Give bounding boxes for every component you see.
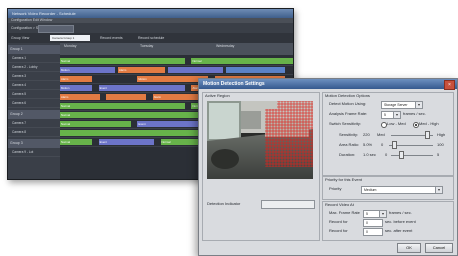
filter-label: Group View — [11, 36, 30, 40]
record-before-label: Record for — [329, 219, 348, 224]
frame-rate-select[interactable]: 5 ▾ — [381, 111, 401, 119]
duration-thumb[interactable] — [399, 151, 404, 159]
duration-max: 5 — [437, 152, 440, 157]
day-header: Monday Tuesday Wednesday — [60, 43, 293, 55]
record-after-unit: sec. after event — [385, 228, 413, 233]
frame-rate-label: Analysis Frame Rate: — [329, 111, 368, 116]
max-frame-rate-select[interactable]: 5 ▾ — [363, 210, 387, 218]
day-header-label: Tuesday — [140, 44, 154, 48]
close-button[interactable]: × — [444, 80, 455, 90]
schedule-block[interactable]: Normal — [60, 121, 131, 127]
schedule-block[interactable]: Alarm — [118, 67, 166, 73]
detect-using-value: Storage Server — [384, 103, 408, 107]
schedule-block[interactable]: Motion — [60, 85, 92, 91]
camera-list-item[interactable]: Camera 5 — [8, 90, 60, 99]
dialog-title: Motion Detection Settings — [199, 79, 457, 89]
sensitivity-label: Sensitivity: — [339, 132, 359, 137]
sensitivity-min: Med — [377, 132, 385, 137]
priority-value: Medium — [364, 188, 377, 192]
schedule-row: Normal Normal — [60, 57, 293, 66]
camera-group-header[interactable]: Group 3 — [8, 139, 60, 148]
schedule-block[interactable]: Alarm — [60, 76, 92, 82]
switch-sensitivity-label: Switch Sensitivity: — [329, 121, 362, 126]
motion-detection-dialog: Motion Detection Settings × Active Regio… — [198, 78, 458, 256]
camera-list-item[interactable]: Camera 4 — [8, 81, 60, 90]
camera-list-item[interactable]: Camera 9 - Lot — [8, 148, 60, 157]
max-frame-rate-value: 5 — [366, 212, 368, 216]
record-after-label: Record for — [329, 228, 348, 233]
camera-group-header[interactable]: Group 2 — [8, 110, 60, 119]
sensitivity-value: 220 — [363, 132, 370, 137]
camera-preview[interactable] — [207, 101, 313, 179]
radio-record-schedule[interactable]: Record schedule — [138, 33, 164, 43]
max-frame-rate-unit: frames / sec. — [389, 210, 412, 215]
schedule-block[interactable]: Normal — [191, 58, 293, 64]
area-ratio-thumb[interactable] — [392, 141, 397, 149]
duration-value: 1.0 sec — [363, 152, 376, 157]
scheduler-breadcrumb: Configuration > Schedule — [8, 23, 293, 33]
camera-group-header[interactable]: Group 1 — [8, 45, 60, 54]
area-ratio-label: Area Ratio: — [339, 142, 360, 147]
active-region-label: Active Region — [205, 93, 230, 98]
priority-select[interactable]: Medium ▾ — [361, 186, 443, 194]
priority-title: Priority for this Event — [325, 177, 362, 182]
schedule-block[interactable]: Normal — [60, 58, 185, 64]
radio-record-events[interactable]: Record events — [100, 33, 123, 43]
duration-label: Duration: — [339, 152, 356, 157]
schedule-block[interactable] — [168, 67, 224, 73]
ok-button[interactable]: OK — [397, 243, 421, 253]
radio-med-high-label: Med - High — [419, 121, 439, 126]
area-ratio-min: 0 — [381, 142, 384, 147]
record-before-input[interactable]: 0 — [363, 219, 383, 227]
chevron-down-icon: ▾ — [379, 211, 386, 217]
tab-recording-schedule[interactable] — [38, 25, 74, 33]
max-frame-rate-label: Max. Frame Rate — [329, 210, 360, 215]
chevron-down-icon: ▾ — [435, 187, 442, 193]
detect-using-label: Detect Motion Using: — [329, 101, 367, 106]
area-ratio-value: 5.0% — [363, 142, 373, 147]
day-header-label: Monday — [64, 44, 77, 48]
schedule-row: Motion Alarm — [60, 66, 293, 75]
priority-label: Priority — [329, 186, 342, 191]
scheduler-title: Network Video Recorder - Schedule — [8, 9, 293, 18]
record-title: Record Video At — [325, 202, 354, 207]
camera-list-item[interactable]: Camera 6 — [8, 99, 60, 108]
record-after-input[interactable]: 0 — [363, 228, 383, 236]
schedule-block[interactable] — [226, 67, 286, 73]
schedule-block[interactable]: Event — [98, 85, 185, 91]
motion-grid-overlay — [265, 109, 313, 167]
detection-indicator-bar — [261, 200, 315, 209]
schedule-block[interactable]: Event — [98, 139, 154, 145]
sensitivity-thumb[interactable] — [425, 131, 430, 139]
duration-slider[interactable] — [391, 155, 433, 156]
frame-rate-value: 5 — [384, 113, 386, 117]
radio-low-med-label: Low - Med — [387, 121, 406, 126]
camera-list-item[interactable]: Camera 3 — [8, 72, 60, 81]
schedule-block[interactable]: Motion — [60, 67, 116, 73]
schedule-block[interactable]: Alarm — [60, 94, 100, 100]
chevron-down-icon: ▾ — [415, 102, 422, 108]
schedule-block[interactable]: Normal — [60, 139, 92, 145]
group-select[interactable]: Camera Group 1 — [50, 35, 90, 41]
schedule-block[interactable]: Normal — [60, 103, 185, 109]
chevron-down-icon: ▾ — [393, 112, 400, 118]
area-ratio-max: 100 — [437, 142, 444, 147]
camera-list-item[interactable]: Camera 2 - Lobby — [8, 63, 60, 72]
sensitivity-max: High — [437, 132, 446, 137]
camera-list-item[interactable]: Camera 7 — [8, 119, 60, 128]
detection-indicator-label: Detection Indicator — [207, 201, 241, 206]
record-before-unit: sec. before event — [385, 219, 416, 224]
frame-rate-unit: frames / sec. — [403, 111, 426, 116]
camera-list: Group 1 Camera 1 Camera 2 - Lobby Camera 3C… — [8, 43, 60, 179]
day-header-label: Wednesday — [216, 44, 235, 48]
motion-options-title: Motion Detection Options — [325, 93, 370, 98]
cancel-button[interactable]: Cancel — [425, 243, 453, 253]
camera-list-item[interactable]: Camera 1 — [8, 54, 60, 63]
camera-list-item[interactable]: Camera 8 — [8, 128, 60, 137]
schedule-block[interactable] — [106, 94, 147, 100]
detect-using-select[interactable]: Storage Server ▾ — [381, 101, 423, 109]
filter-bar: Group View Camera Group 1 Record events … — [8, 33, 293, 43]
duration-min: 0 — [385, 152, 388, 157]
